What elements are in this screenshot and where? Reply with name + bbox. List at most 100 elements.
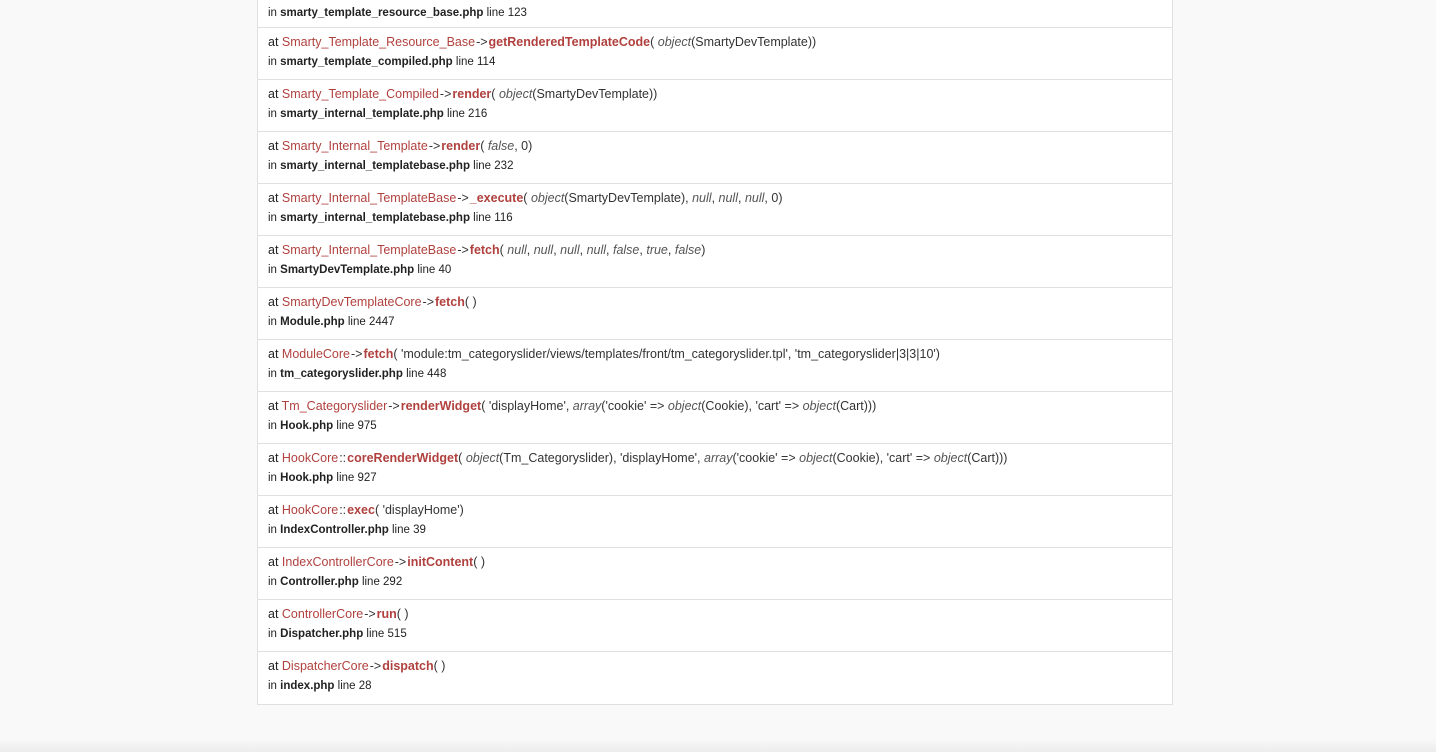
at-label: at (268, 607, 282, 621)
frame-class: ModuleCore (281, 347, 350, 361)
frame-function: render (441, 139, 481, 153)
frame-function: fetch (469, 243, 500, 257)
call-operator: :: (339, 451, 347, 465)
frame-location: in SmartyDevTemplate.php line 40 (268, 260, 451, 280)
in-label: in (268, 56, 281, 68)
frame-class: Smarty_Internal_TemplateBase (281, 243, 457, 257)
at-label: at (268, 659, 282, 673)
frame-file: Hook.php (280, 420, 334, 432)
trace-frame: at HookCore::exec( 'displayHome') in Inde… (258, 496, 1172, 548)
frame-class: HookCore (281, 451, 339, 465)
in-label: in (268, 160, 281, 172)
frame-function: dispatch (382, 659, 434, 673)
trace-frame: at Smarty_Internal_TemplateBase->fetch( … (258, 236, 1172, 288)
in-label: in (268, 316, 281, 328)
frame-function: exec (347, 503, 375, 517)
trace-frame: at DispatcherCore->dispatch( ) in index.p… (258, 652, 1172, 704)
trace-frame: at Smarty_Template_Resource_Base->getRen… (258, 28, 1172, 80)
frame-line: line 515 (363, 628, 407, 640)
frame-location: in smarty_internal_templatebase.php line… (268, 208, 513, 228)
frame-line: line 927 (333, 472, 377, 484)
frame-call: at Smarty_Template_Resource_Base->getRen… (268, 32, 816, 52)
frame-line: line 975 (333, 420, 377, 432)
in-label: in (268, 368, 281, 380)
in-label: in (268, 7, 281, 19)
frame-call: at Tm_Categoryslider->renderWidget( 'dis… (268, 396, 876, 416)
at-label: at (268, 87, 282, 101)
frame-location: in IndexController.php line 39 (268, 520, 426, 540)
frame-line: line 448 (402, 368, 447, 380)
frame-file: smarty_internal_templatebase.php (280, 160, 470, 172)
call-operator: -> (369, 659, 382, 673)
frame-call: at IndexControllerCore->initContent( ) (268, 552, 485, 572)
at-label: at (268, 399, 282, 413)
frame-call: at Smarty_Template_Compiled->render( obj… (268, 84, 657, 104)
frame-file: tm_categoryslider.php (280, 368, 403, 380)
in-label: in (268, 264, 281, 276)
in-label: in (268, 212, 281, 224)
frame-line: line 40 (414, 264, 452, 276)
in-label: in (268, 680, 281, 692)
footer-shadow (0, 738, 1436, 752)
frame-class: Smarty_Internal_Template (281, 139, 428, 153)
trace-frame: in smarty_template_resource_base.php lin… (258, 0, 1172, 28)
frame-class: ControllerCore (281, 607, 364, 621)
at-label: at (268, 451, 282, 465)
frame-file: Module.php (280, 316, 345, 328)
trace-frame: at ControllerCore->run( ) in Dispatcher.p… (258, 600, 1172, 652)
frame-args: ( ) (473, 555, 486, 569)
call-operator: :: (339, 503, 347, 517)
frame-function: render (452, 87, 492, 101)
frame-file: index.php (280, 680, 335, 692)
frame-class: HookCore (281, 503, 339, 517)
frame-location: in tm_categoryslider.php line 448 (268, 364, 446, 384)
frame-args: ( object(SmartyDevTemplate)) (491, 87, 658, 101)
frame-function: _execute (469, 191, 524, 205)
frame-function: initContent (407, 555, 474, 569)
trace-frame: at HookCore::coreRenderWidget( object(Tm… (258, 444, 1172, 496)
at-label: at (268, 243, 282, 257)
frame-location: in smarty_internal_templatebase.php line… (268, 156, 513, 176)
frame-call: at HookCore::exec( 'displayHome') (268, 500, 464, 520)
call-operator: -> (457, 191, 469, 205)
frame-line: line 28 (334, 680, 372, 692)
frame-function: fetch (363, 347, 394, 361)
frame-location: in Controller.php line 292 (268, 572, 402, 592)
frame-location: in smarty_template_compiled.php line 114 (268, 52, 495, 72)
call-operator: -> (476, 35, 488, 49)
call-operator: -> (422, 295, 435, 309)
frame-call: at Smarty_Internal_TemplateBase->fetch( … (268, 240, 705, 260)
in-label: in (268, 628, 281, 640)
at-label: at (268, 555, 282, 569)
frame-file: smarty_internal_template.php (280, 108, 444, 120)
in-label: in (268, 524, 281, 536)
frame-call: at SmartyDevTemplateCore->fetch( ) (268, 292, 477, 312)
frame-args: ( ) (433, 659, 446, 673)
frame-line: line 39 (388, 524, 426, 536)
frame-call: at ControllerCore->run( ) (268, 604, 409, 624)
frame-location: in index.php line 28 (268, 676, 372, 696)
at-label: at (268, 347, 282, 361)
trace-frame: at Smarty_Internal_Template->render( fal… (258, 132, 1172, 184)
frame-call: at DispatcherCore->dispatch( ) (268, 656, 445, 676)
at-label: at (268, 35, 282, 49)
frame-function: coreRenderWidget (347, 451, 459, 465)
at-label: at (268, 503, 282, 517)
frame-class: DispatcherCore (281, 659, 369, 673)
frame-call: at HookCore::coreRenderWidget( object(Tm… (268, 448, 1007, 468)
frame-args: ( 'module:tm_categoryslider/views/templa… (393, 347, 940, 361)
call-operator: -> (428, 139, 441, 153)
frame-class: SmartyDevTemplateCore (281, 295, 422, 309)
frame-line: line 114 (452, 56, 496, 68)
frame-location: in Module.php line 2447 (268, 312, 395, 332)
trace-frame: at Tm_Categoryslider->renderWidget( 'dis… (258, 392, 1172, 444)
frame-line: line 232 (469, 160, 514, 172)
frame-location: in Hook.php line 927 (268, 468, 377, 488)
frame-location: in smarty_template_resource_base.php lin… (268, 3, 527, 23)
in-label: in (268, 420, 281, 432)
frame-args: ( null, null, null, null, false, true, f… (499, 243, 706, 257)
call-operator: -> (394, 555, 407, 569)
trace-frame: at ModuleCore->fetch( 'module:tm_categor… (258, 340, 1172, 392)
frame-file: Hook.php (280, 472, 334, 484)
frame-args: ( object(Tm_Categoryslider), 'displayHom… (458, 451, 1008, 465)
